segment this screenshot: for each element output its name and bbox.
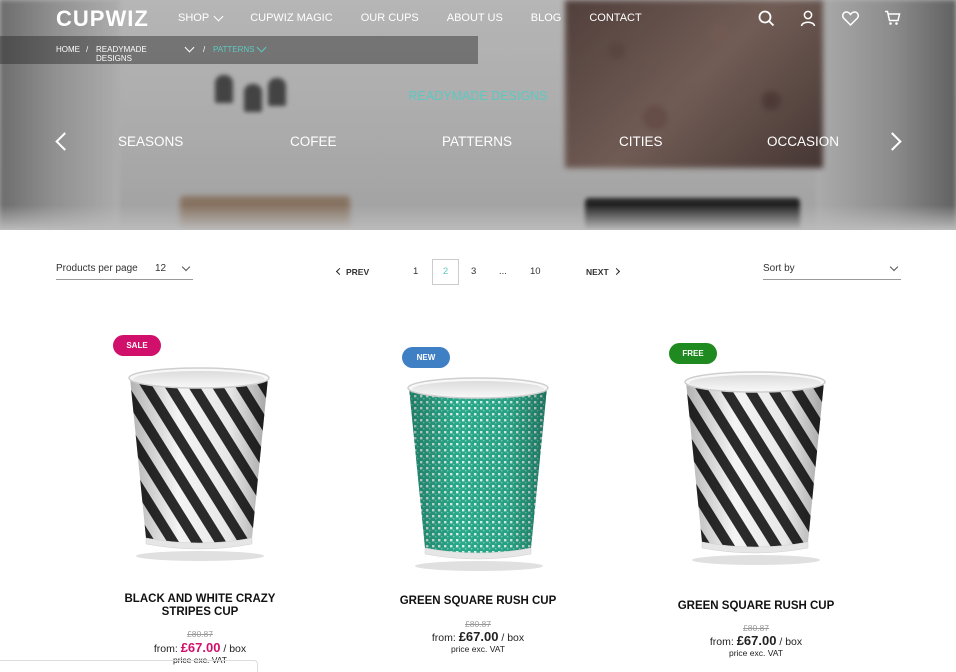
logo[interactable]: CUPWIZ: [56, 6, 149, 32]
sale-badge: SALE: [113, 335, 161, 356]
category-cofee[interactable]: COFEE: [290, 134, 337, 149]
products-per-page-value: 12: [155, 263, 167, 274]
nav-blog[interactable]: BLOG: [531, 12, 562, 24]
product-image[interactable]: [128, 366, 272, 562]
nav-shop-label: SHOP: [178, 12, 210, 24]
price-line: from: £67.00 / box: [666, 633, 846, 648]
price-line: from: £67.00 / box: [388, 629, 568, 644]
badge-label: FREE: [682, 349, 704, 358]
chevron-down-icon: [213, 11, 224, 21]
price-unit: / box: [501, 632, 525, 644]
pagination-next[interactable]: NEXT: [586, 267, 609, 277]
pagination-page-10[interactable]: 10: [530, 266, 541, 277]
pagination-page-3[interactable]: 3: [471, 266, 476, 277]
product-name-line: BLACK AND WHITE CRAZY: [124, 593, 276, 605]
breadcrumb-readymade-designs[interactable]: READYMADE DESIGNS: [96, 45, 166, 63]
price-line: from: £67.00 / box: [110, 640, 290, 655]
category-occasion[interactable]: OCCASION: [767, 134, 839, 149]
section-title: READYMADE DESIGNS: [408, 89, 548, 103]
price-unit: / box: [223, 643, 247, 655]
main-nav: SHOP CUPWIZ MAGIC OUR CUPS ABOUT US BLOG…: [178, 11, 670, 24]
products-per-page-select[interactable]: Products per page 12: [56, 262, 193, 280]
nav-shop[interactable]: SHOP: [178, 11, 224, 24]
category-carousel: SEASONS COFEE PATTERNS CITIES OCCASION: [0, 134, 956, 154]
product-name-line: GREEN SQUARE RUSH CUP: [399, 595, 557, 607]
price-value: £67.00: [458, 629, 499, 644]
chevron-down-icon: [181, 262, 191, 272]
sort-by-label: Sort by: [763, 263, 795, 274]
breadcrumb-home[interactable]: HOME: [56, 45, 80, 54]
badge-label: NEW: [416, 353, 436, 362]
product-name[interactable]: GREEN SQUARE RUSH CUP: [368, 595, 588, 608]
category-seasons[interactable]: SEASONS: [118, 134, 183, 149]
pagination-ellipsis: ...: [499, 266, 507, 277]
price-from: from:: [709, 636, 734, 648]
nav-our-cups[interactable]: OUR CUPS: [361, 12, 419, 24]
chevron-right-icon[interactable]: [612, 267, 621, 276]
product-name-line: STRIPES CUP: [161, 606, 239, 618]
price-value: £67.00: [180, 640, 221, 655]
price-vat-note: price exc. VAT: [450, 644, 505, 654]
search-icon[interactable]: [754, 8, 778, 28]
price-unit: / box: [779, 636, 803, 648]
badge-label: SALE: [126, 341, 148, 350]
heart-icon[interactable]: [838, 8, 862, 28]
user-icon[interactable]: [796, 8, 820, 28]
pagination-prev[interactable]: PREV: [346, 267, 369, 277]
category-cities[interactable]: CITIES: [619, 134, 663, 149]
product-name[interactable]: BLACK AND WHITE CRAZY STRIPES CUP: [90, 593, 310, 619]
pagination-page-current[interactable]: 2: [432, 259, 459, 285]
chevron-down-icon: [889, 262, 899, 272]
old-price: £80.87: [465, 619, 491, 629]
product-name-line: GREEN SQUARE RUSH CUP: [677, 600, 835, 612]
price-value: £67.00: [736, 633, 777, 648]
price-from: from:: [153, 643, 178, 655]
nav-about-us[interactable]: ABOUT US: [447, 12, 503, 24]
sort-by-select[interactable]: Sort by: [763, 262, 901, 280]
product-name[interactable]: GREEN SQUARE RUSH CUP: [646, 600, 866, 613]
hero-overlay: [0, 0, 956, 230]
footer-panel-edge: [0, 660, 258, 672]
price-from: from:: [431, 632, 456, 644]
cart-icon[interactable]: [880, 8, 904, 28]
pagination-page-1[interactable]: 1: [413, 266, 418, 277]
nav-cupwiz-magic[interactable]: CUPWIZ MAGIC: [250, 12, 333, 24]
products-per-page-label: Products per page: [56, 263, 138, 274]
price-vat-note: price exc. VAT: [728, 648, 783, 658]
header-icons: [754, 8, 904, 28]
product-image[interactable]: [407, 376, 551, 572]
free-badge: FREE: [669, 343, 717, 364]
breadcrumb-separator: /: [203, 45, 206, 54]
product-image[interactable]: [684, 370, 828, 566]
new-badge: NEW: [402, 347, 450, 368]
old-price: £80.87: [187, 629, 213, 639]
old-price: £80.87: [743, 623, 769, 633]
chevron-left-icon[interactable]: [335, 267, 344, 276]
breadcrumb-separator: /: [86, 45, 89, 54]
category-patterns[interactable]: PATTERNS: [442, 134, 512, 149]
hero-banner: [0, 0, 956, 230]
nav-contact[interactable]: CONTACT: [589, 12, 641, 24]
breadcrumb-patterns[interactable]: PATTERNS: [213, 45, 254, 54]
